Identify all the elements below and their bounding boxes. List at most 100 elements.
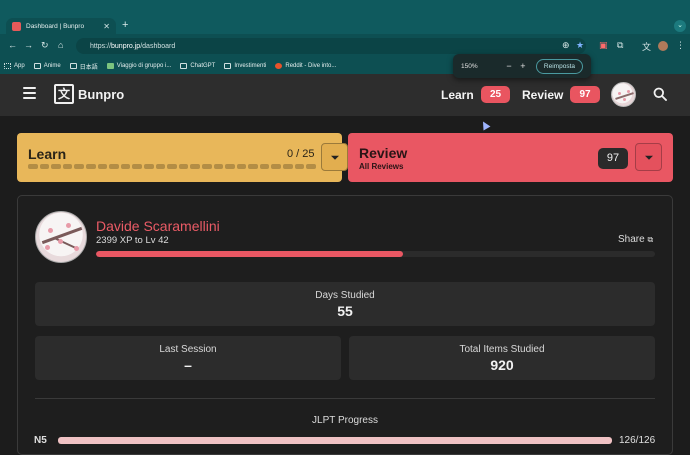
nav-learn-badge[interactable]: 25 [481,86,510,103]
learn-progress-segment [259,164,270,169]
xp-to-next-level: 2399 XP to Lv 42 [96,235,169,246]
extensions-puzzle-icon[interactable]: ⧉ [617,40,623,51]
learn-progress-segment [306,164,316,169]
learn-card[interactable]: Learn 0 / 25 [17,133,348,182]
zoom-popup: 150% − + Reimposta [453,54,591,78]
learn-dropdown-button[interactable] [321,143,348,171]
learn-progress-segment [97,164,108,169]
learn-progress-segment [271,164,282,169]
learn-progress-segment [51,164,61,169]
learn-progress-text: 0 / 25 [287,148,315,160]
last-session-label: Last Session [159,344,217,355]
bookmark-reddit[interactable]: Reddit - Dive into... [275,63,336,69]
learn-progress-segment [225,164,235,169]
zoom-out-button[interactable]: − [502,61,516,71]
bookmark-anime[interactable]: Anime [33,63,61,69]
learn-progress-segment [39,164,50,169]
jlpt-level-label: N5 [34,435,47,446]
bunpro-logo-icon: 文 [54,84,74,104]
home-icon[interactable]: ⌂ [58,40,63,50]
xp-progress-bar [96,251,655,257]
days-studied-label: Days Studied [315,290,375,301]
learn-progress-segment [85,164,96,169]
new-tab-icon[interactable]: + [122,19,128,31]
folder-icon [33,63,41,69]
learn-progress-segment [236,164,247,169]
zoom-reset-button[interactable]: Reimposta [535,58,583,74]
profile-avatar [35,211,87,263]
back-icon[interactable]: ← [8,40,17,50]
learn-progress-segments [28,164,316,169]
translate-icon[interactable]: 文 [642,40,651,53]
bookmark-star-icon[interactable]: ★ [576,40,584,51]
extension-icon[interactable]: ▣ [599,40,608,51]
zoom-level: 150% [461,62,478,70]
hamburger-menu-icon[interactable] [23,87,36,99]
learn-card-title: Learn [28,146,67,162]
zoom-icon[interactable]: ⊕ [562,40,570,51]
site-navbar: 文 Bunpro Learn 25 Review 97 [0,74,690,116]
reddit-icon [275,63,283,69]
user-avatar[interactable] [611,82,636,107]
nav-review-badge[interactable]: 97 [570,86,600,103]
review-card[interactable]: Review All Reviews 97 [348,133,673,182]
close-tab-icon[interactable]: ✕ [103,22,110,31]
forward-icon[interactable]: → [24,40,33,50]
learn-progress-segment [178,164,189,169]
share-button[interactable]: Share ⧉ [618,234,653,245]
folder-icon [69,63,77,69]
tab-search-icon[interactable]: ⌄ [674,20,686,32]
review-count-badge: 97 [598,148,628,169]
learn-progress-segment [74,164,84,169]
profile-icon[interactable] [658,41,668,51]
mouse-cursor-icon [479,119,491,131]
share-label: Share [618,234,645,245]
review-dropdown-button[interactable] [635,143,662,171]
learn-progress-segment [213,164,224,169]
chatgpt-icon [180,63,188,69]
learn-progress-segment [190,164,200,169]
url-text: https://bunpro.jp/dashboard [90,42,176,50]
browser-tab[interactable]: Dashboard | Bunpro ✕ [6,18,116,34]
learn-progress-segment [294,164,305,169]
leaf-icon [106,63,114,69]
zoom-in-button[interactable]: + [516,61,530,71]
last-session-box: Last Session – [35,336,341,380]
learn-progress-segment [62,164,73,169]
profile-username[interactable]: Davide Scaramellini [96,218,220,234]
address-bar[interactable]: https://bunpro.jp/dashboard [76,38,586,54]
bookmark-nihongo[interactable]: 日本語 [69,62,98,71]
total-items-box: Total Items Studied 920 [349,336,655,380]
total-items-value: 920 [490,357,514,373]
reload-icon[interactable]: ↻ [41,40,49,51]
jlpt-progress-title: JLPT Progress [312,415,378,426]
bookmark-chatgpt[interactable]: ChatGPT [180,63,215,69]
learn-progress-segment [109,164,119,169]
nav-learn-link[interactable]: Learn [441,88,474,102]
learn-progress-segment [167,164,177,169]
review-card-subtitle: All Reviews [359,162,404,171]
bookmark-app[interactable]: App [4,63,25,69]
apps-grid-icon [4,63,11,69]
learn-progress-segment [132,164,142,169]
jlpt-n5-progress-fill [58,437,612,444]
learn-progress-segment [201,164,212,169]
days-studied-box: Days Studied 55 [35,282,655,326]
search-icon[interactable] [653,87,667,101]
learn-progress-segment [28,164,38,169]
external-link-icon: ⧉ [647,235,654,244]
learn-progress-segment [283,164,293,169]
learn-progress-segment [143,164,154,169]
jlpt-n5-count: 126/126 [619,435,656,446]
bunpro-favicon-icon [12,21,21,31]
folder-icon [224,63,232,69]
days-studied-value: 55 [337,303,353,319]
jlpt-n5-progress-bar[interactable] [58,437,612,444]
bookmark-viaggio[interactable]: Viaggio di gruppo i... [106,63,171,69]
menu-kebab-icon[interactable]: ⋮ [676,40,685,51]
chevron-down-icon [644,155,653,160]
nav-review-link[interactable]: Review [522,88,563,102]
learn-progress-segment [120,164,131,169]
bookmark-investimenti[interactable]: Investimenti [224,63,266,69]
bunpro-logo[interactable]: 文 Bunpro [54,84,124,104]
